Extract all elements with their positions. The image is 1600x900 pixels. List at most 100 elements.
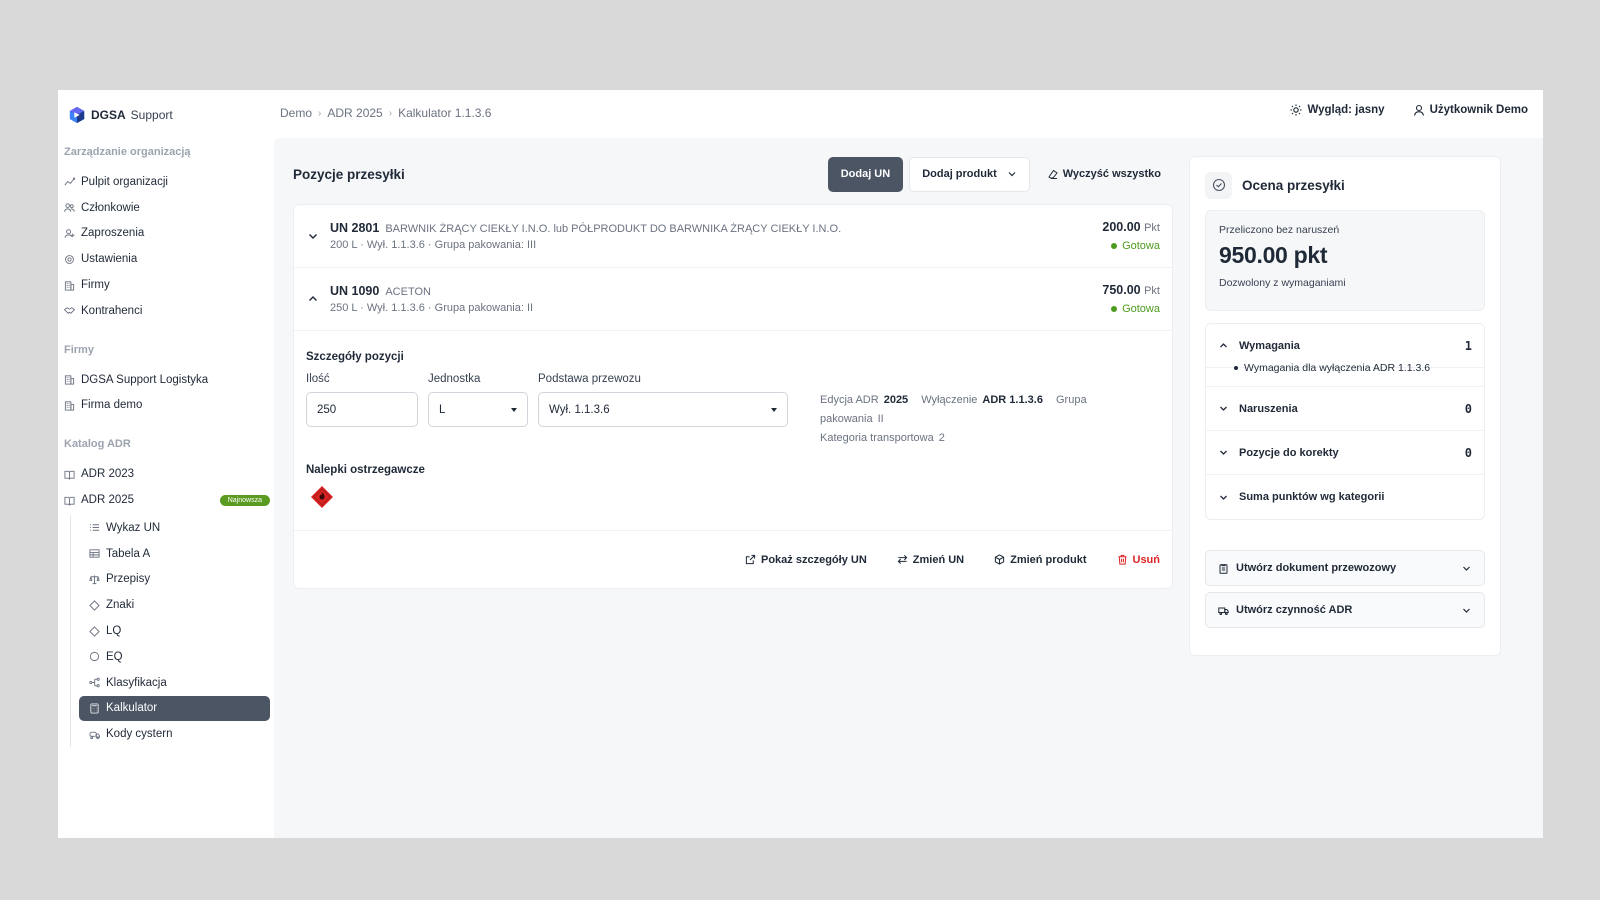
gear-icon: [65, 254, 74, 264]
circle-icon: [89, 652, 100, 662]
diamond-icon: [89, 625, 100, 637]
sidebar: Zarządzanie organizacją Pulpit organizac…: [64, 146, 270, 748]
change-product-button[interactable]: Zmień produkt: [994, 553, 1087, 566]
item-points: 750.00: [1102, 283, 1141, 297]
requirement-item: Wymagania dla wyłączenia ADR 1.1.3.6: [1244, 362, 1431, 374]
sidebar-item-un-list[interactable]: Wykaz UN: [79, 515, 270, 541]
chevron-down-icon: [1463, 608, 1470, 613]
item-actions: Pokaż szczegóły UN Zmień UN Zmień produk…: [294, 530, 1172, 588]
chevron-down-icon: [1220, 406, 1227, 411]
sidebar-item-firm-demo[interactable]: Firma demo: [64, 393, 270, 419]
sidebar-item-lq[interactable]: LQ: [79, 618, 270, 644]
sidebar-item-eq[interactable]: EQ: [79, 644, 270, 670]
shipment-item-row[interactable]: UN 1090 ACETON 250 L · Wył. 1.1.3.6 · Gr…: [294, 268, 1172, 331]
quantity-input[interactable]: 250: [306, 392, 418, 427]
trash-icon: [1117, 554, 1127, 565]
sidebar-item-settings[interactable]: Ustawienia: [64, 246, 270, 272]
sidebar-item-regulations[interactable]: Przepisy: [79, 567, 270, 593]
show-un-details-button[interactable]: Pokaż szczegóły UN: [745, 554, 867, 566]
un-code: UN 1090: [330, 284, 380, 298]
section-violations[interactable]: Naruszenia 0: [1206, 387, 1484, 431]
building-icon: [64, 375, 75, 385]
sidebar-item-classification[interactable]: Klasyfikacja: [79, 670, 270, 696]
create-transport-document-button[interactable]: Utwórz dokument przewozowy: [1205, 550, 1485, 586]
sidebar-item-members[interactable]: Członkowie: [64, 195, 270, 221]
details-title: Szczegóły pozycji: [306, 351, 404, 363]
sidebar-item-firms[interactable]: Firmy: [64, 272, 270, 298]
unit-select-value: L: [439, 403, 446, 416]
brand[interactable]: DGSA Support: [68, 104, 173, 126]
sidebar-item-signs[interactable]: Znaki: [79, 592, 270, 618]
sidebar-item-invitations[interactable]: Zaproszenia: [64, 221, 270, 247]
chevron-up-icon: [1220, 343, 1227, 348]
item-points-unit: Pkt: [1144, 285, 1160, 297]
shipment-actions: Dodaj UN Dodaj produkt Wyczyść wszystko: [827, 156, 1173, 192]
breadcrumb-demo[interactable]: Demo: [280, 106, 312, 120]
breadcrumb-adr-2025[interactable]: ADR 2025: [327, 106, 382, 120]
change-product-label: Zmień produkt: [1010, 553, 1087, 566]
sidebar-item-contractors[interactable]: Kontrahenci: [64, 298, 270, 324]
section-label: Suma punktów wg kategorii: [1239, 491, 1385, 503]
bullet-icon: [1234, 366, 1238, 370]
sidebar-section-title-firms: Firmy: [64, 343, 94, 356]
section-corrections[interactable]: Pozycje do korekty 0: [1206, 431, 1484, 475]
item-score: 750.00 Pkt Gotowa: [1102, 283, 1160, 315]
eraser-icon: [1048, 169, 1058, 179]
item-details: Szczegóły pozycji Ilość 250 Jednostka L: [294, 331, 1172, 512]
user-menu-label: Użytkownik Demo: [1429, 104, 1528, 116]
breadcrumb-separator-icon: ›: [388, 107, 393, 119]
user-menu-button[interactable]: Użytkownik Demo: [1413, 104, 1528, 116]
section-count: 1: [1464, 338, 1472, 353]
sidebar-item-tank-codes[interactable]: Kody cystern: [79, 721, 270, 747]
delete-button[interactable]: Usuń: [1117, 554, 1160, 566]
sidebar-item-table-a[interactable]: Tabela A: [79, 541, 270, 567]
chevron-up-icon[interactable]: [306, 292, 320, 306]
section-points-by-category[interactable]: Suma punktów wg kategorii: [1206, 475, 1484, 519]
brand-name-strong: DGSA: [91, 108, 126, 122]
unit-label: Jednostka: [428, 373, 481, 385]
sidebar-item-dashboard[interactable]: Pulpit organizacji: [64, 169, 270, 195]
book-icon: [64, 470, 75, 480]
basis-select[interactable]: Wył. 1.1.3.6: [538, 392, 788, 427]
status-dot-icon: [1111, 306, 1118, 312]
caret-down-icon: [511, 407, 517, 412]
shipment-item-row[interactable]: UN 2801 BARWNIK ŻRĄCY CIEKŁY I.N.O. lub …: [294, 205, 1172, 268]
un-name: ACETON: [385, 286, 431, 298]
shipment-item-info: UN 2801 BARWNIK ŻRĄCY CIEKŁY I.N.O. lub …: [330, 221, 1102, 251]
sidebar-item-label: Znaki: [106, 599, 135, 612]
add-un-button[interactable]: Dodaj UN: [827, 156, 904, 192]
sidebar-item-adr-2023[interactable]: ADR 2023: [64, 461, 270, 487]
package-icon: [994, 554, 1005, 565]
chevron-down-icon: [1220, 495, 1227, 500]
swap-icon: [897, 555, 908, 564]
shipment-positions: Pozycje przesyłki Dodaj UN Dodaj produkt…: [293, 156, 1173, 589]
status-badge: Gotowa: [1102, 240, 1160, 252]
add-product-button[interactable]: Dodaj produkt: [909, 156, 1030, 192]
assessment-header: Ocena przesyłki: [1205, 171, 1485, 199]
details-fields: Ilość 250 Jednostka L Podstawa przewozu: [306, 373, 1160, 448]
transport-category-label: Kategoria transportowa: [820, 432, 934, 444]
theme-toggle-button[interactable]: Wygląd: jasny: [1290, 104, 1385, 116]
members-icon: [64, 203, 75, 212]
clipboard-icon: [1219, 563, 1228, 574]
building-icon: [64, 280, 75, 291]
dashboard-icon: [64, 177, 75, 186]
section-label: Wymagania: [1239, 339, 1300, 352]
section-count: 0: [1464, 445, 1472, 460]
basis-select-value: Wył. 1.1.3.6: [549, 403, 610, 416]
change-un-button[interactable]: Zmień UN: [897, 554, 964, 566]
sidebar-item-calculator[interactable]: Kalkulator: [79, 695, 270, 722]
sidebar-item-firm-logistics[interactable]: DGSA Support Logistyka: [64, 367, 270, 393]
theme-toggle-label: Wygląd: jasny: [1307, 104, 1385, 116]
chevron-down-icon[interactable]: [306, 229, 320, 243]
create-transport-document-label: Utwórz dokument przewozowy: [1236, 562, 1397, 574]
basis-field: Podstawa przewozu Wył. 1.1.3.6: [538, 373, 788, 448]
scale-icon: [89, 575, 100, 585]
unit-select[interactable]: L: [428, 392, 528, 427]
score-card: Przeliczono bez naruszeń 950.00 pkt Dozw…: [1205, 210, 1485, 311]
exemption-value: ADR 1.1.3.6: [982, 394, 1043, 406]
create-adr-activity-button[interactable]: Utwórz czynność ADR: [1205, 592, 1485, 628]
sidebar-item-label: Wykaz UN: [106, 521, 161, 534]
clear-all-button[interactable]: Wyczyść wszystko: [1036, 168, 1173, 180]
sidebar-item-adr-2025[interactable]: ADR 2025 Najnowsza: [64, 487, 270, 513]
